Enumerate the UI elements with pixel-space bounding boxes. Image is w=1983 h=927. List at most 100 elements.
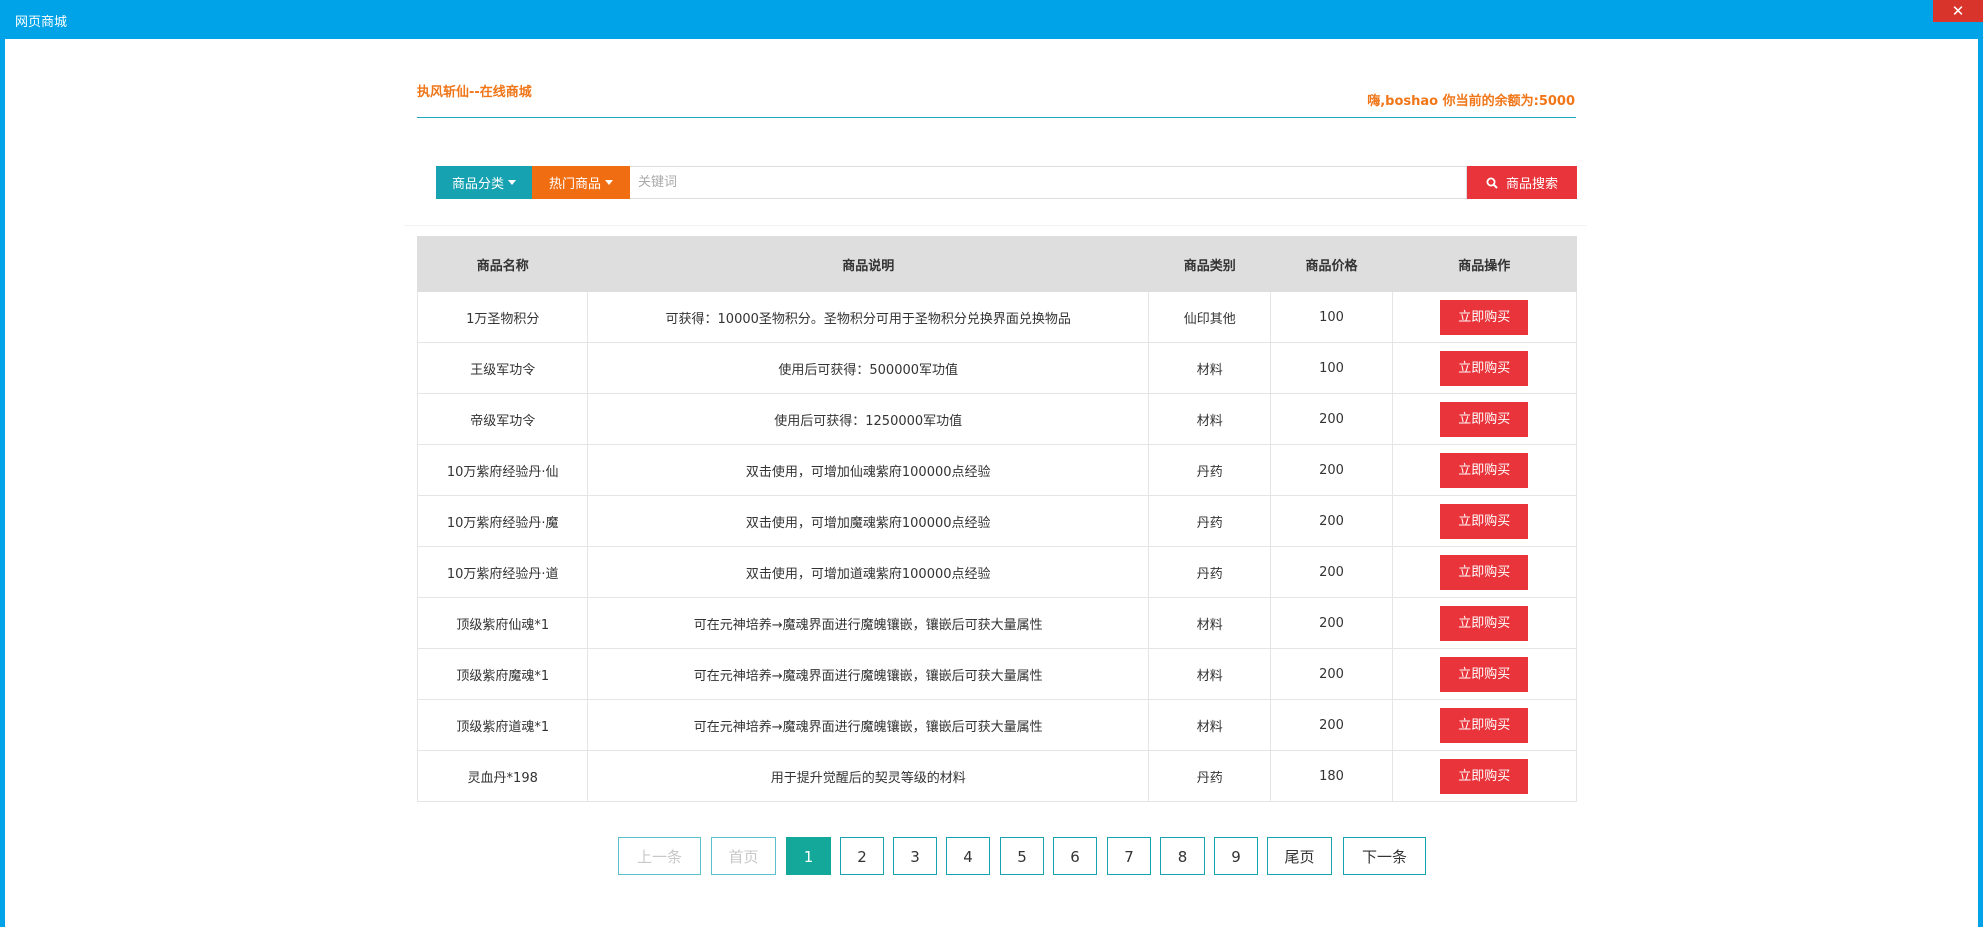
close-button[interactable]: ✕ — [1933, 0, 1983, 22]
page-button-4[interactable]: 4 — [946, 837, 990, 875]
item-name: 顶级紫府魔魂*1 — [416, 648, 589, 700]
section-divider — [404, 225, 1587, 226]
page-button-9[interactable]: 9 — [1214, 837, 1258, 875]
table-row: 顶级紫府道魂*1 可在元神培养→魔魂界面进行魔魄镶嵌，镶嵌后可获大量属性 材料 … — [416, 699, 1578, 751]
header-divider — [417, 117, 1576, 118]
close-icon: ✕ — [1951, 2, 1965, 20]
item-action-cell: 立即购买 — [1391, 342, 1578, 394]
item-action-cell: 立即购买 — [1391, 291, 1578, 343]
item-action-cell: 立即购买 — [1391, 699, 1578, 751]
item-price: 200 — [1270, 546, 1393, 598]
item-name: 王级军功令 — [416, 342, 589, 394]
item-category: 材料 — [1147, 393, 1272, 445]
item-category: 丹药 — [1147, 444, 1272, 496]
buy-now-button[interactable]: 立即购买 — [1440, 707, 1529, 743]
item-name: 10万紫府经验丹·仙 — [416, 444, 589, 496]
item-action-cell: 立即购买 — [1391, 444, 1578, 496]
item-description: 用于提升觉醒后的契灵等级的材料 — [587, 750, 1149, 802]
page-button-8[interactable]: 8 — [1160, 837, 1205, 875]
item-description: 双击使用，可增加仙魂紫府100000点经验 — [587, 444, 1149, 496]
table-row: 1万圣物积分 可获得：10000圣物积分。圣物积分可用于圣物积分兑换界面兑换物品… — [416, 291, 1578, 343]
page-button-3[interactable]: 3 — [893, 837, 937, 875]
table-row: 王级军功令 使用后可获得：500000军功值 材料 100 立即购买 — [416, 342, 1578, 394]
buy-now-button[interactable]: 立即购买 — [1440, 452, 1529, 488]
table-row: 顶级紫府魔魂*1 可在元神培养→魔魂界面进行魔魄镶嵌，镶嵌后可获大量属性 材料 … — [416, 648, 1578, 700]
buy-now-button[interactable]: 立即购买 — [1440, 401, 1529, 437]
item-action-cell: 立即购买 — [1391, 495, 1578, 547]
item-price: 200 — [1270, 648, 1393, 700]
item-description: 可在元神培养→魔魂界面进行魔魄镶嵌，镶嵌后可获大量属性 — [587, 648, 1149, 700]
buy-now-button[interactable]: 立即购买 — [1440, 554, 1529, 590]
buy-now-button[interactable]: 立即购买 — [1440, 350, 1529, 386]
item-action-cell: 立即购买 — [1391, 546, 1578, 598]
buy-now-button[interactable]: 立即购买 — [1440, 503, 1529, 539]
table-header-row: 商品名称 商品说明 商品类别 商品价格 商品操作 — [416, 236, 1578, 292]
item-action-cell: 立即购买 — [1391, 750, 1578, 802]
item-price: 200 — [1270, 597, 1393, 649]
item-price: 180 — [1270, 750, 1393, 802]
window-title: 网页商城 — [15, 15, 68, 30]
page-button-6[interactable]: 6 — [1053, 837, 1097, 875]
category-dropdown-button[interactable]: 商品分类 — [436, 166, 532, 199]
item-name: 10万紫府经验丹·道 — [416, 546, 589, 598]
last-page-button[interactable]: 尾页 — [1267, 837, 1332, 875]
pagination: 上一条 首页 1 2 3 4 5 6 7 8 9 尾页 下一条 — [0, 837, 1983, 877]
hot-items-dropdown-label: 热门商品 — [548, 177, 601, 192]
next-page-button[interactable]: 下一条 — [1343, 837, 1426, 875]
page-button-2[interactable]: 2 — [840, 837, 884, 875]
search-button[interactable]: 商品搜索 — [1467, 166, 1577, 199]
item-category: 材料 — [1147, 342, 1272, 394]
item-category: 材料 — [1147, 648, 1272, 700]
page-button-5[interactable]: 5 — [1000, 837, 1044, 875]
buy-now-button[interactable]: 立即购买 — [1440, 758, 1529, 794]
table-row: 帝级军功令 使用后可获得：1250000军功值 材料 200 立即购买 — [416, 393, 1578, 445]
first-page-button[interactable]: 首页 — [711, 837, 776, 875]
table-row: 顶级紫府仙魂*1 可在元神培养→魔魂界面进行魔魄镶嵌，镶嵌后可获大量属性 材料 … — [416, 597, 1578, 649]
page-button-7[interactable]: 7 — [1107, 837, 1151, 875]
item-name: 顶级紫府仙魂*1 — [416, 597, 589, 649]
item-name: 灵血丹*198 — [416, 750, 589, 802]
buy-now-button[interactable]: 立即购买 — [1440, 299, 1529, 335]
item-name: 10万紫府经验丹·魔 — [416, 495, 589, 547]
item-price: 200 — [1270, 393, 1393, 445]
shop-title: 执风斩仙--在线商城 — [417, 85, 532, 100]
item-description: 可在元神培养→魔魂界面进行魔魄镶嵌，镶嵌后可获大量属性 — [587, 597, 1149, 649]
item-description: 可在元神培养→魔魂界面进行魔魄镶嵌，镶嵌后可获大量属性 — [587, 699, 1149, 751]
item-price: 200 — [1270, 444, 1393, 496]
column-header-action: 商品操作 — [1391, 236, 1578, 292]
item-category: 材料 — [1147, 597, 1272, 649]
buy-now-button[interactable]: 立即购买 — [1440, 656, 1529, 692]
item-category: 丹药 — [1147, 546, 1272, 598]
item-category: 丹药 — [1147, 495, 1272, 547]
column-header-name: 商品名称 — [416, 236, 589, 292]
table-row: 10万紫府经验丹·仙 双击使用，可增加仙魂紫府100000点经验 丹药 200 … — [416, 444, 1578, 496]
window-frame-left — [0, 39, 5, 927]
item-action-cell: 立即购买 — [1391, 393, 1578, 445]
table-row: 灵血丹*198 用于提升觉醒后的契灵等级的材料 丹药 180 立即购买 — [416, 750, 1578, 802]
item-action-cell: 立即购买 — [1391, 648, 1578, 700]
item-description: 可获得：10000圣物积分。圣物积分可用于圣物积分兑换界面兑换物品 — [587, 291, 1149, 343]
search-bar: 商品分类 热门商品 商品搜索 — [436, 166, 1577, 199]
search-input[interactable] — [630, 166, 1467, 199]
item-price: 100 — [1270, 291, 1393, 343]
item-name: 帝级军功令 — [416, 393, 589, 445]
buy-now-button[interactable]: 立即购买 — [1440, 605, 1529, 641]
table-row: 10万紫府经验丹·道 双击使用，可增加道魂紫府100000点经验 丹药 200 … — [416, 546, 1578, 598]
balance-text: 嗨,boshao 你当前的余额为:5000 — [1367, 94, 1575, 109]
item-description: 双击使用，可增加道魂紫府100000点经验 — [587, 546, 1149, 598]
column-header-price: 商品价格 — [1270, 236, 1393, 292]
item-name: 顶级紫府道魂*1 — [416, 699, 589, 751]
item-category: 仙印其他 — [1147, 291, 1272, 343]
item-description: 双击使用，可增加魔魂紫府100000点经验 — [587, 495, 1149, 547]
window-frame-right — [1978, 39, 1983, 927]
column-header-category: 商品类别 — [1147, 236, 1272, 292]
caret-down-icon — [508, 180, 516, 185]
prev-page-button[interactable]: 上一条 — [618, 837, 701, 875]
item-price: 200 — [1270, 495, 1393, 547]
item-description: 使用后可获得：1250000军功值 — [587, 393, 1149, 445]
hot-items-dropdown-button[interactable]: 热门商品 — [532, 166, 630, 199]
category-dropdown-label: 商品分类 — [451, 177, 504, 192]
page-button-1[interactable]: 1 — [786, 837, 831, 875]
goods-table: 商品名称 商品说明 商品类别 商品价格 商品操作 1万圣物积分 可获得：1000… — [416, 236, 1578, 802]
item-price: 200 — [1270, 699, 1393, 751]
